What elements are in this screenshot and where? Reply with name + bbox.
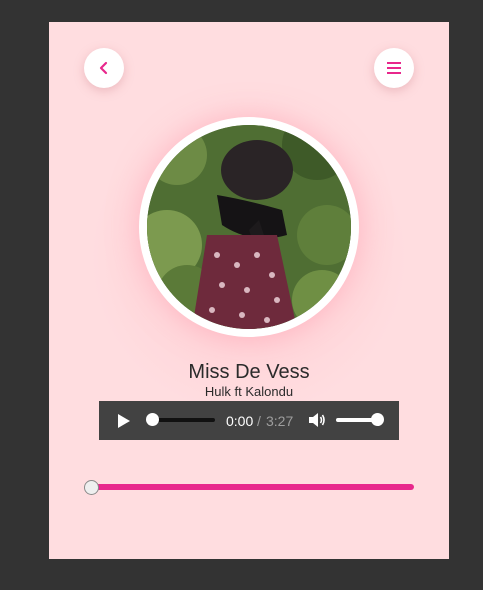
volume-handle[interactable] [371, 413, 384, 426]
menu-button[interactable] [374, 48, 414, 88]
track-artist: Hulk ft Kalondu [204, 384, 294, 399]
duration: 3:27 [266, 413, 294, 429]
album-art [147, 125, 351, 329]
player-card: Miss De Vess Hulk ft Kalondu 0:00 / 3:27 [49, 22, 449, 559]
mute-button[interactable] [308, 412, 326, 433]
time-separator: / [257, 413, 261, 429]
seek-handle[interactable] [146, 413, 159, 426]
play-icon [118, 414, 130, 428]
track-title: Miss De Vess [188, 361, 310, 383]
chevron-left-icon [99, 61, 108, 75]
play-button[interactable] [117, 413, 131, 434]
current-time: 0:00 [226, 413, 254, 429]
hamburger-menu-icon [387, 62, 401, 74]
progress-slider[interactable] [89, 484, 414, 490]
seek-bar[interactable] [153, 418, 215, 422]
audio-player: 0:00 / 3:27 [99, 401, 399, 440]
progress-handle[interactable] [84, 480, 99, 495]
album-art-frame [139, 117, 359, 337]
speaker-icon [309, 413, 325, 427]
back-button[interactable] [84, 48, 124, 88]
